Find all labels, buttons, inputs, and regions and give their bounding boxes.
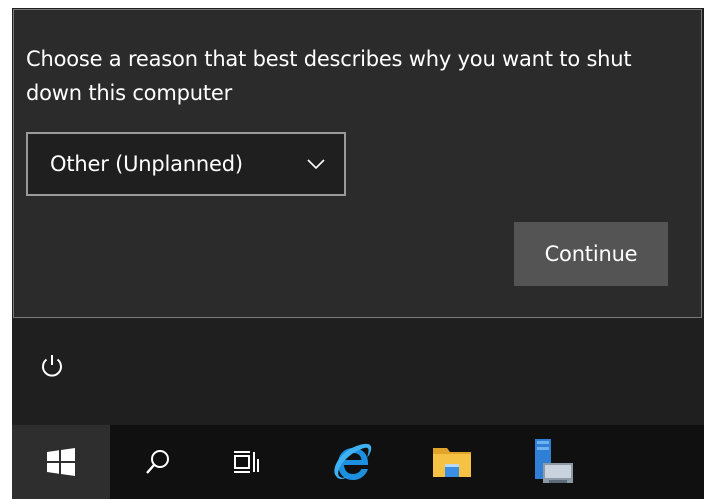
screen: Choose a reason that best describes why … xyxy=(0,0,704,499)
server-manager-icon xyxy=(535,439,573,483)
taskbar-task-view-button[interactable] xyxy=(206,425,286,499)
shutdown-reason-dropdown[interactable]: Other (Unplanned) xyxy=(26,132,346,196)
taskbar-search-button[interactable] xyxy=(118,425,198,499)
internet-explorer-icon xyxy=(334,443,372,480)
task-view-icon xyxy=(234,451,259,473)
chevron-down-icon xyxy=(307,159,325,170)
shutdown-reason-prompt: Choose a reason that best describes why … xyxy=(26,47,632,105)
shutdown-reason-selected-value: Other (Unplanned) xyxy=(50,152,243,176)
taskbar-server-manager[interactable] xyxy=(512,425,592,499)
folder-icon xyxy=(433,448,471,477)
taskbar-start-button[interactable] xyxy=(12,425,110,499)
taskbar-internet-explorer[interactable] xyxy=(312,425,392,499)
search-icon xyxy=(146,450,169,474)
windows-logo-icon xyxy=(47,448,75,476)
power-icon xyxy=(42,355,62,377)
taskbar xyxy=(12,425,704,499)
taskbar-file-explorer[interactable] xyxy=(412,425,492,499)
power-button[interactable] xyxy=(32,346,72,386)
continue-button[interactable]: Continue xyxy=(514,222,668,286)
